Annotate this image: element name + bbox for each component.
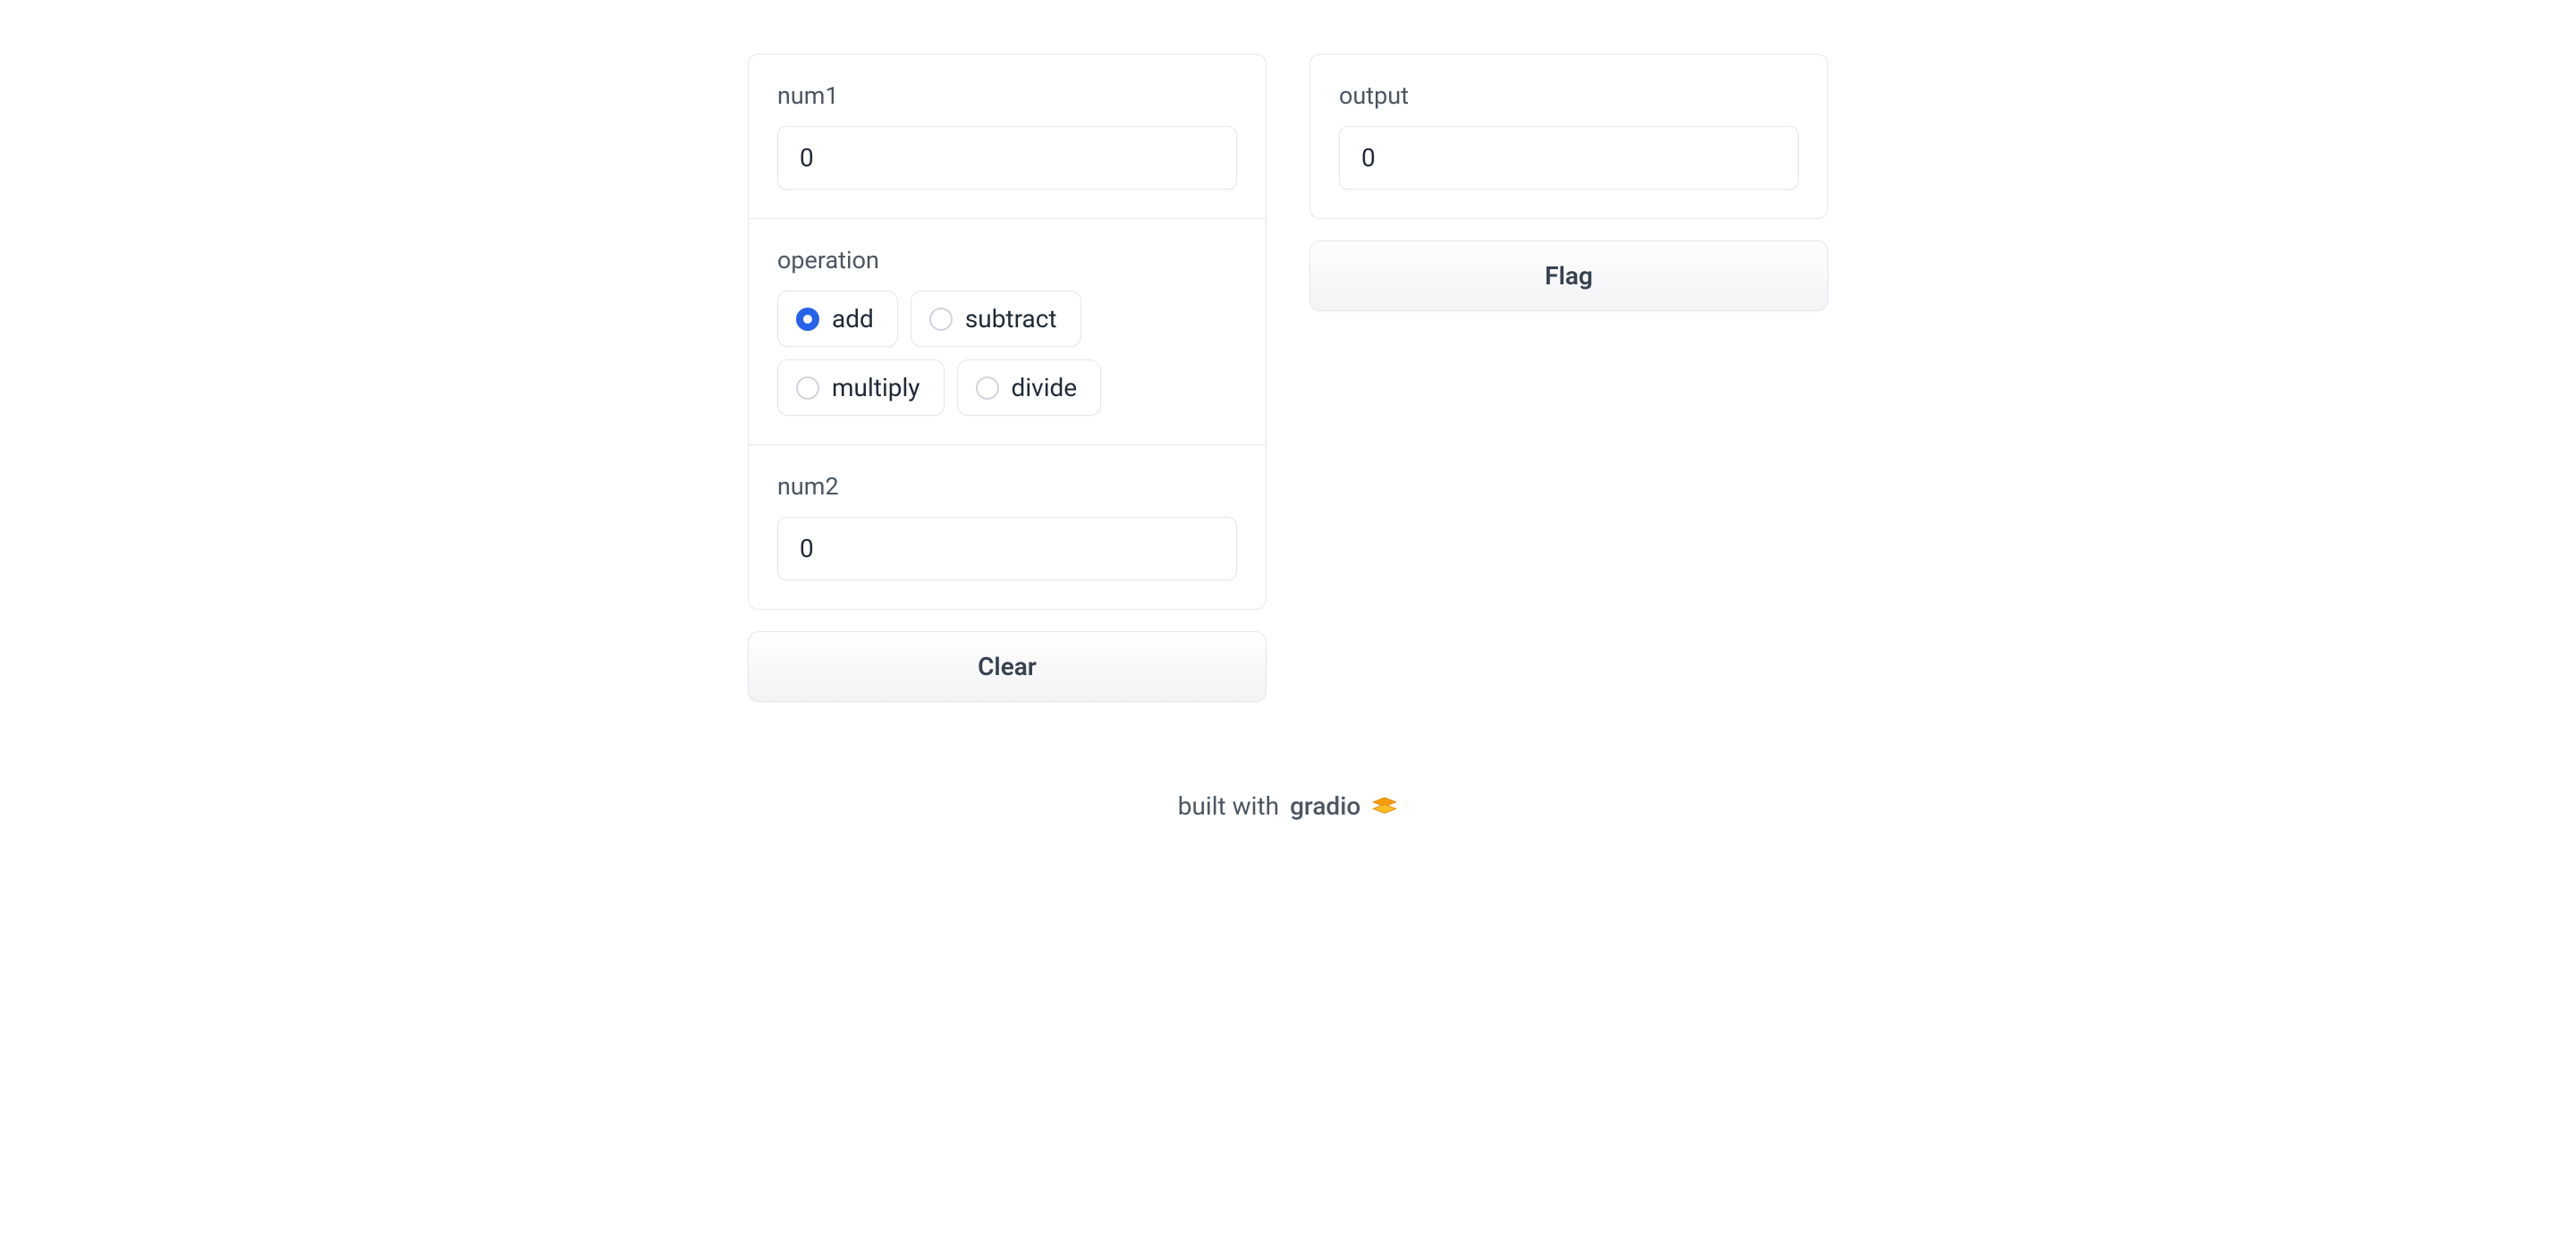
num2-section: num2 [749, 445, 1266, 609]
radio-icon [796, 308, 819, 331]
footer-brand: gradio [1290, 791, 1360, 821]
num2-label: num2 [777, 472, 1237, 501]
main-container: num1 operation add subtract [0, 54, 2576, 702]
gradio-logo-icon [1371, 793, 1398, 820]
clear-button[interactable]: Clear [748, 631, 1267, 702]
output-label: output [1339, 81, 1799, 110]
output-card: output [1309, 54, 1828, 219]
input-column: num1 operation add subtract [748, 54, 1267, 702]
footer: built with gradio [0, 791, 2576, 821]
radio-icon [929, 308, 953, 331]
radio-icon [976, 376, 999, 400]
num1-label: num1 [777, 81, 1237, 110]
radio-option-subtract[interactable]: subtract [911, 291, 1081, 347]
operation-section: operation add subtract multi [749, 219, 1266, 445]
flag-button[interactable]: Flag [1309, 241, 1828, 311]
radio-option-add[interactable]: add [777, 291, 898, 347]
output-section: output [1310, 55, 1827, 218]
num1-section: num1 [749, 55, 1266, 219]
num1-input[interactable] [777, 126, 1237, 190]
input-card: num1 operation add subtract [748, 54, 1267, 610]
output-column: output Flag [1309, 54, 1828, 311]
num2-input[interactable] [777, 517, 1237, 580]
radio-label: multiply [832, 373, 920, 402]
radio-label: subtract [965, 304, 1057, 334]
operation-radio-group: add subtract multiply divi [777, 291, 1237, 416]
output-input[interactable] [1339, 126, 1799, 190]
radio-label: divide [1012, 373, 1078, 402]
radio-label: add [832, 304, 874, 334]
radio-icon [796, 376, 819, 400]
radio-option-multiply[interactable]: multiply [777, 359, 945, 416]
radio-option-divide[interactable]: divide [957, 359, 1102, 416]
footer-text: built with [1178, 791, 1279, 821]
operation-label: operation [777, 246, 1237, 274]
